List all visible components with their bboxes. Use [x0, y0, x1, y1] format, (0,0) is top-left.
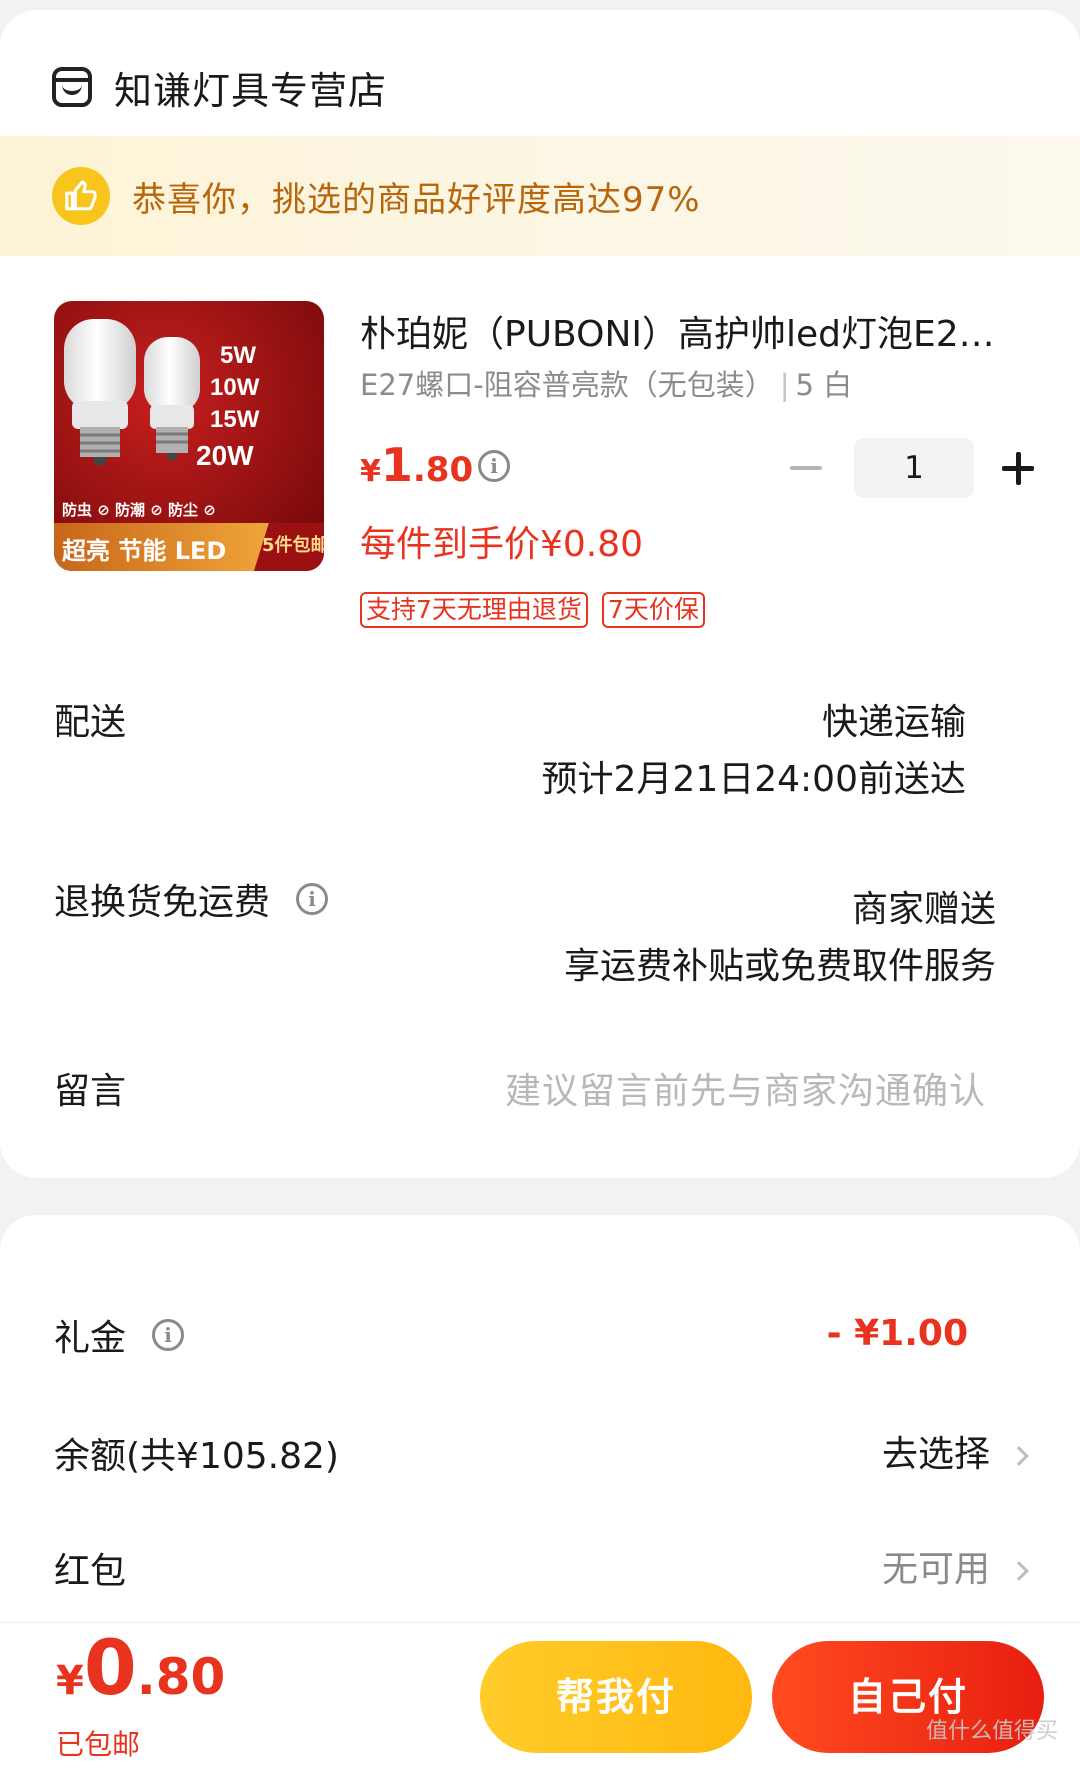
svg-text:超亮 节能 LED: 超亮 节能 LED: [62, 537, 226, 565]
delivery-method[interactable]: 快递运输: [822, 693, 966, 745]
checkout-bar: ¥ 0 .80 已包邮 帮我付 自己付 值什么值得买: [0, 1622, 1080, 1771]
message-label: 留言: [54, 1071, 127, 1112]
service-tags: 支持7天无理由退货 7天价保: [360, 592, 705, 628]
svg-text:5W: 5W: [220, 342, 256, 369]
chevron-right-icon: [1009, 1446, 1029, 1466]
chevron-right-icon: [1009, 1561, 1029, 1581]
quantity-stepper: 1: [780, 438, 1048, 498]
total-price: ¥ 0 .80: [56, 1623, 226, 1712]
product-spec-color: 5 白: [795, 368, 853, 402]
redpacket-select[interactable]: 无可用: [882, 1540, 1029, 1592]
message-input[interactable]: 建议留言前先与商家沟通确认: [505, 1062, 986, 1114]
return-shipping-provider: 商家赠送: [851, 889, 996, 930]
svg-text:15W: 15W: [210, 406, 260, 433]
thumbs-up-icon: [52, 167, 110, 225]
product-image[interactable]: 5W 10W 15W 20W 防虫 ⊘ 防潮 ⊘ 防尘 ⊘ 超亮 节能 LED …: [54, 301, 324, 571]
return-shipping-info-icon[interactable]: i: [296, 883, 329, 915]
svg-text:10W: 10W: [210, 374, 260, 401]
gift-value: - ¥1.00: [826, 1313, 968, 1354]
store-header[interactable]: 知谦灯具专营店: [52, 52, 387, 122]
balance-label: 余额(共¥105.82): [54, 1436, 339, 1477]
payment-card: 礼金 i - ¥1.00 余额(共¥105.82) 去选择 红包 无可用: [0, 1215, 1080, 1635]
unit-price: 每件到手价¥0.80: [360, 524, 644, 565]
return-shipping-desc: 享运费补贴或免费取件服务: [563, 946, 996, 987]
shipping-note: 已包邮: [56, 1728, 141, 1761]
svg-text:5件包邮: 5件包邮: [262, 534, 324, 556]
product-price: ¥ 1 .80: [360, 438, 474, 492]
help-pay-button[interactable]: 帮我付: [480, 1641, 752, 1753]
store-name: 知谦灯具专营店: [114, 68, 388, 113]
return-shipping-label: 退换货免运费 i: [54, 873, 329, 925]
delivery-eta: 预计2月21日24:00前送达: [541, 759, 966, 800]
store-icon: [52, 67, 92, 107]
product-title[interactable]: 朴珀妮（PUBONI）高护帅led灯泡E2…: [360, 305, 1020, 357]
delivery-label: 配送: [54, 702, 127, 743]
product-spec[interactable]: E27螺口-阻容普亮款（无包装） | 5 白: [360, 362, 852, 404]
balance-select[interactable]: 去选择: [882, 1425, 1029, 1477]
increase-button[interactable]: [988, 438, 1048, 498]
svg-text:20W: 20W: [196, 440, 254, 471]
tag-price-protect: 7天价保: [601, 592, 705, 628]
rating-banner-text: 恭喜你，挑选的商品好评度高达97%: [132, 179, 701, 220]
redpacket-label: 红包: [54, 1551, 127, 1592]
price-info-icon[interactable]: i: [478, 450, 510, 482]
tag-return: 支持7天无理由退货: [360, 592, 588, 628]
decrease-button[interactable]: [780, 438, 840, 498]
watermark: 值什么值得买: [926, 1719, 1059, 1744]
svg-text:防虫 ⊘ 防潮 ⊘ 防尘 ⊘: 防虫 ⊘ 防潮 ⊘ 防尘 ⊘: [62, 501, 216, 519]
order-card: 知谦灯具专营店 恭喜你，挑选的商品好评度高达97% 5W 10W 15W 20W…: [0, 10, 1080, 1178]
quantity-input[interactable]: 1: [854, 438, 974, 498]
rating-banner: 恭喜你，挑选的商品好评度高达97%: [0, 136, 1080, 256]
gift-info-icon[interactable]: i: [152, 1319, 185, 1351]
gift-label: 礼金 i: [54, 1309, 185, 1361]
